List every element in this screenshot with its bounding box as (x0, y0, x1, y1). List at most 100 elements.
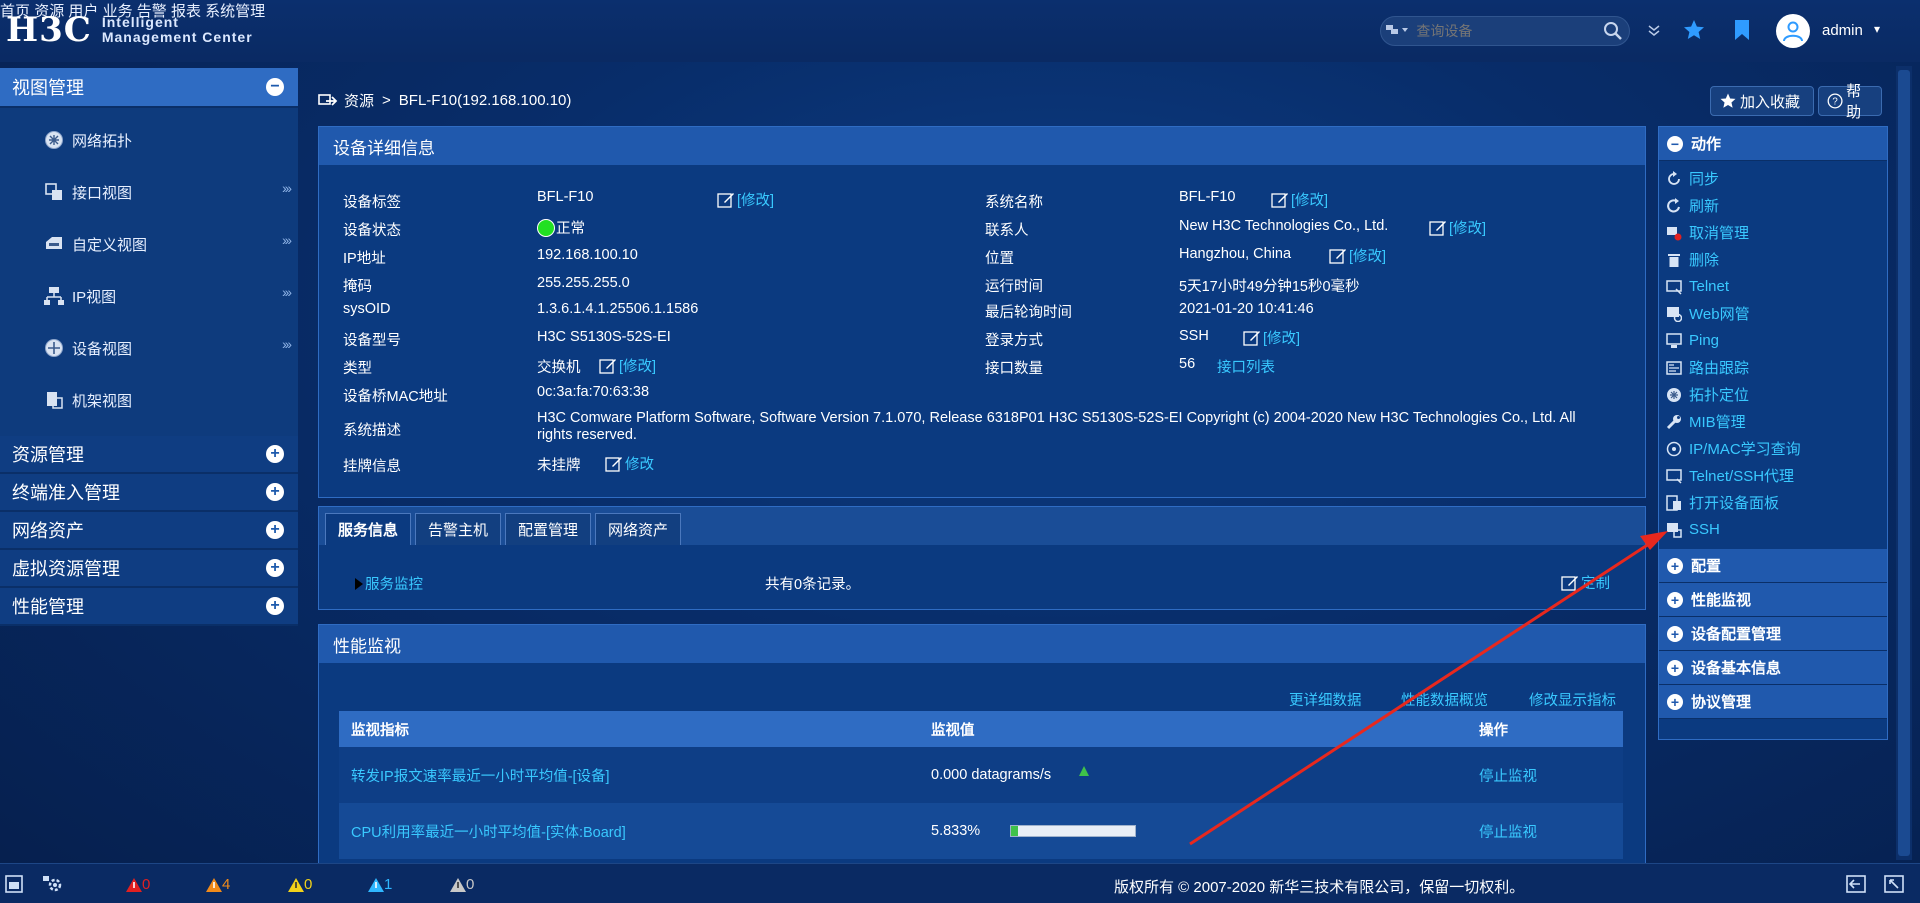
collapse-icon[interactable]: − (266, 78, 284, 96)
action-item-sync[interactable]: 同步 (1665, 165, 1887, 192)
action-item-ping[interactable]: Ping (1665, 327, 1887, 354)
app-logo[interactable]: H3C Intelligent Management Center (6, 10, 253, 50)
edit-location-link[interactable]: [修改] (1329, 245, 1386, 266)
expand-icon[interactable]: + (1667, 625, 1683, 642)
more-detail-link[interactable]: 更详细数据 (1289, 689, 1362, 710)
alarm-critical[interactable]: 0 (126, 876, 150, 893)
action-item-topology-locate[interactable]: 拓扑定位 (1665, 381, 1887, 408)
action-section-performance[interactable]: + 性能监视 (1659, 583, 1887, 617)
custom-view-icon (44, 234, 64, 254)
fullscreen-icon[interactable] (1884, 875, 1904, 897)
edit-device-type-link[interactable]: [修改] (599, 355, 656, 376)
collapse-icon[interactable]: − (1667, 135, 1683, 152)
sidebar-item-rack-view[interactable]: 机架视图 (0, 374, 298, 426)
username[interactable]: admin (1822, 22, 1863, 39)
breadcrumb-root[interactable]: 资源 (344, 90, 374, 111)
expand-arrows-icon[interactable]: ››› (282, 180, 292, 196)
metric-link[interactable]: 转发IP报文速率最近一小时平均值-[设备] (339, 765, 919, 786)
sidebar-group-network-assets[interactable]: 网络资产 + (0, 512, 298, 550)
action-section-device-basic-info[interactable]: + 设备基本信息 (1659, 651, 1887, 685)
expand-icon[interactable]: + (1667, 591, 1683, 608)
action-item-ipmac[interactable]: IP/MAC学习查询 (1665, 435, 1887, 462)
tab-service-info[interactable]: 服务信息 (325, 513, 412, 545)
alarm-major[interactable]: 4 (206, 876, 230, 893)
action-item-wrench[interactable]: MIB管理 (1665, 408, 1887, 435)
tab-alarm-host[interactable]: 告警主机 (415, 513, 502, 545)
metric-link[interactable]: CPU利用率最近一小时平均值-[实体:Board] (339, 821, 919, 842)
action-item-refresh[interactable]: 刷新 (1665, 192, 1887, 219)
sidebar-group-view-management[interactable]: 视图管理 − (0, 68, 298, 108)
action-section-actions[interactable]: − 动作 (1659, 127, 1887, 161)
interface-list-link[interactable]: 接口列表 (1217, 356, 1275, 377)
stop-monitor-link[interactable]: 停止监视 (1469, 765, 1623, 786)
expand-arrows-icon[interactable]: ››› (282, 232, 292, 248)
expand-arrows-icon[interactable]: ››› (282, 336, 292, 352)
sidebar-group-virtual-resource[interactable]: 虚拟资源管理 + (0, 550, 298, 588)
help-button[interactable]: ? 帮助 (1818, 83, 1882, 121)
action-item-unmanage[interactable]: 取消管理 (1665, 219, 1887, 246)
customize-link[interactable]: 定制 (1561, 572, 1610, 593)
expand-icon[interactable]: + (266, 483, 284, 501)
add-favorite-button[interactable]: 加入收藏 (1710, 86, 1814, 116)
sidebar-group-performance-management[interactable]: 性能管理 + (0, 588, 298, 626)
action-item-web-manage[interactable]: Web网管 (1665, 300, 1887, 327)
sidebar-group-resource-management[interactable]: 资源管理 + (0, 436, 298, 474)
action-item-proxy[interactable]: Telnet/SSH代理 (1665, 462, 1887, 489)
search-icon[interactable] (1597, 16, 1629, 46)
search-type-dropdown[interactable] (1381, 23, 1416, 40)
expand-icon[interactable]: + (266, 597, 284, 615)
sidebar-item-device-view[interactable]: 设备视图 ››› (0, 322, 298, 374)
action-section-config[interactable]: + 配置 (1659, 549, 1887, 583)
action-item-traceroute[interactable]: 路由跟踪 (1665, 354, 1887, 381)
expand-icon[interactable]: + (266, 559, 284, 577)
expand-icon[interactable]: + (266, 521, 284, 539)
favorites-star-icon[interactable] (1680, 16, 1708, 44)
settings-gear-icon[interactable] (42, 874, 64, 898)
action-section-device-config[interactable]: + 设备配置管理 (1659, 617, 1887, 651)
search-input[interactable] (1416, 23, 1598, 39)
expand-icon[interactable]: + (1667, 557, 1683, 574)
alarm-info[interactable]: 0 (450, 876, 474, 893)
avatar[interactable] (1776, 14, 1810, 48)
tab-config-management[interactable]: 配置管理 (505, 513, 592, 545)
service-monitor-link[interactable]: 服务监控 (365, 573, 423, 594)
bookmark-icon[interactable] (1728, 16, 1756, 44)
service-monitor-toggle[interactable]: 服务监控 (355, 573, 423, 594)
user-menu-caret-icon[interactable]: ▾ (1874, 22, 1880, 36)
action-item-ssh[interactable]: SSH (1665, 516, 1887, 543)
sidebar-item-network-topology[interactable]: 网络拓扑 (0, 114, 298, 166)
action-item-trash[interactable]: 删除 (1665, 246, 1887, 273)
sidebar-group-endpoint-admission[interactable]: 终端准入管理 + (0, 474, 298, 512)
window-icon[interactable] (4, 874, 24, 898)
action-item-telnet[interactable]: Telnet (1665, 273, 1887, 300)
edit-system-name-link[interactable]: [修改] (1271, 189, 1328, 210)
expand-icon[interactable]: + (1667, 693, 1683, 710)
alarm-minor[interactable]: 0 (288, 876, 312, 893)
edit-label: [修改] (1291, 193, 1329, 209)
sidebar-item-interface-view[interactable]: 接口视图 ››› (0, 166, 298, 218)
action-section-protocol[interactable]: + 协议管理 (1659, 685, 1887, 719)
page-scrollbar[interactable] (1896, 66, 1912, 860)
tab-network-assets[interactable]: 网络资产 (595, 513, 682, 545)
stop-monitor-link[interactable]: 停止监视 (1469, 821, 1623, 842)
sidebar-item-label: IP视图 (72, 288, 117, 306)
scrollbar-thumb[interactable] (1898, 70, 1910, 856)
alarm-warning[interactable]: 1 (368, 876, 392, 893)
sidebar-item-custom-view[interactable]: 自定义视图 ››› (0, 218, 298, 270)
expand-arrows-icon[interactable]: ››› (282, 284, 292, 300)
expand-icon[interactable]: + (266, 445, 284, 463)
edit-contact-link[interactable]: [修改] (1429, 217, 1486, 238)
column-header: 操作 (1479, 722, 1508, 739)
sidebar-item-ip-view[interactable]: IP视图 ››› (0, 270, 298, 322)
edit-login-method-link[interactable]: [修改] (1243, 327, 1300, 348)
perf-overview-link[interactable]: 性能数据概览 (1401, 689, 1488, 710)
alarm-count: 1 (384, 876, 393, 893)
edit-tag-link[interactable]: 修改 (605, 453, 654, 474)
expand-icon[interactable]: + (1667, 659, 1683, 676)
export-icon[interactable] (1846, 875, 1866, 897)
collapse-chevron-icon[interactable] (1640, 16, 1668, 44)
action-item-device-panel[interactable]: 打开设备面板 (1665, 489, 1887, 516)
edit-icon (605, 456, 622, 472)
modify-indicators-link[interactable]: 修改显示指标 (1529, 689, 1616, 710)
edit-device-label-link[interactable]: [修改] (717, 189, 774, 210)
